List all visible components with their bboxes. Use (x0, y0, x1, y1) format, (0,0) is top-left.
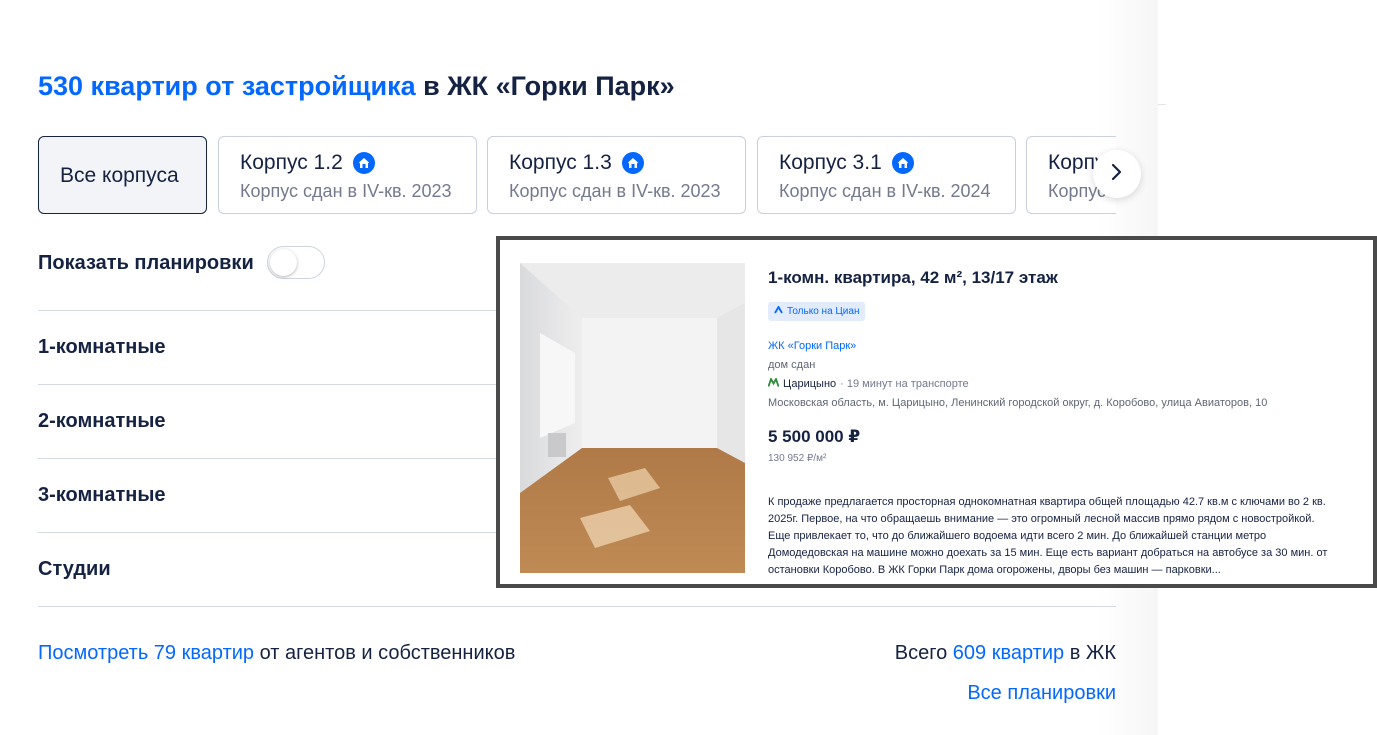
tab-title: Корпус 1.3 (509, 151, 612, 174)
price-per-sqm: 130 952 ₽/м² (768, 453, 827, 464)
list-divider (38, 606, 1116, 607)
listing-description: К продаже предлагается просторная одноко… (768, 496, 1328, 576)
total-apartments-link[interactable]: 609 квартир (953, 642, 1064, 664)
tab-building-3-1[interactable]: Корпус 3.1 Корпус сдан в IV-кв. 2024 (757, 136, 1016, 214)
agents-offers-text: от агентов и собственников (259, 642, 516, 664)
total-suffix: в ЖК (1069, 642, 1116, 664)
listing-title[interactable]: 1-комн. квартира, 42 м², 13/17 этаж (768, 268, 1058, 288)
complex-link[interactable]: ЖК «Горки Парк» (768, 340, 856, 352)
all-plans-link[interactable]: Все планировки (967, 682, 1116, 705)
exclusive-badge: Только на Циан (768, 302, 866, 321)
tab-all-buildings-label: Все корпуса (60, 164, 179, 187)
house-badge-icon (352, 152, 375, 174)
tab-building-1-2[interactable]: Корпус 1.2 Корпус сдан в IV-кв. 2023 (218, 136, 477, 214)
agents-offers-link[interactable]: Посмотреть 79 квартир (38, 642, 254, 664)
metro-icon (767, 376, 780, 390)
tab-subtitle: Корпус сдан в IV-кв. 2023 (240, 181, 452, 201)
total-prefix: Всего (894, 642, 948, 664)
developer-apartments-link[interactable]: 530 квартир от застройщика (38, 71, 416, 101)
tab-building-1-3[interactable]: Корпус 1.3 Корпус сдан в IV-кв. 2023 (487, 136, 746, 214)
tab-title: Корпус 1.2 (240, 151, 343, 174)
apartment-photo[interactable] (520, 263, 745, 573)
toggle-knob (270, 249, 297, 276)
tab-subtitle: Корпус сдан в IV-кв. 2023 (509, 181, 721, 201)
tabs-next-button[interactable] (1093, 150, 1141, 198)
chevron-right-icon (1110, 162, 1124, 187)
page-title-complex: в ЖК «Горки Парк» (423, 71, 675, 101)
divider-line (1158, 104, 1166, 105)
tab-subtitle: Корпус сдан в IV-кв. 2024 (779, 181, 991, 201)
cian-logo-icon (774, 305, 783, 317)
tab-title: Корпус 3.1 (779, 151, 882, 174)
listing-price: 5 500 000 ₽ (768, 427, 861, 446)
tab-all-buildings[interactable]: Все корпуса (38, 136, 207, 214)
building-tabs: Все корпуса Корпус 1.2 Корпус сдан в IV-… (38, 136, 1116, 216)
metro-station[interactable]: Царицыно (783, 378, 836, 390)
show-layouts-toggle[interactable] (267, 246, 325, 279)
house-status: дом сдан (768, 359, 816, 371)
house-badge-icon (621, 152, 644, 174)
exclusive-badge-label: Только на Циан (787, 306, 860, 317)
total-apartments: Всего 609 квартир в ЖК (895, 642, 1116, 665)
agents-offers: Посмотреть 79 квартир от агентов и собст… (38, 642, 515, 665)
page-title: 530 квартир от застройщика в ЖК «Горки П… (38, 71, 675, 102)
metro-time: · 19 минут на транспорте (840, 378, 969, 390)
metro-info: Царицыно · 19 минут на транспорте (767, 376, 969, 390)
listing-address: Московская область, м. Царицыно, Ленинск… (768, 397, 1268, 409)
house-badge-icon (891, 152, 914, 174)
listing-card[interactable]: 1-комн. квартира, 42 м², 13/17 этаж Толь… (496, 236, 1377, 588)
show-layouts-label: Показать планировки (38, 252, 254, 274)
